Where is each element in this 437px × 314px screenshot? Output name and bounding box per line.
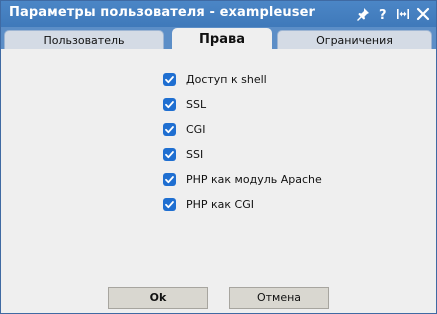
- permission-ssl[interactable]: SSL: [163, 92, 322, 117]
- title-bar-controls: ?: [356, 5, 430, 23]
- permission-php-apache-module[interactable]: PHP как модуль Apache: [163, 167, 322, 192]
- checkmark-icon: [165, 126, 174, 134]
- tab-limits[interactable]: Ограничения: [277, 30, 432, 49]
- checkbox-checked[interactable]: [163, 73, 176, 86]
- title-bar[interactable]: Параметры пользователя - exampleuser ?: [1, 1, 436, 27]
- permission-label: SSI: [186, 148, 204, 161]
- checkmark-icon: [165, 76, 174, 84]
- checkmark-icon: [165, 101, 174, 109]
- checkbox-checked[interactable]: [163, 148, 176, 161]
- cancel-button[interactable]: Отмена: [229, 287, 329, 309]
- permission-php-cgi[interactable]: PHP как CGI: [163, 192, 322, 217]
- tab-rights[interactable]: Права: [172, 28, 272, 50]
- checkmark-icon: [165, 151, 174, 159]
- checkbox-checked[interactable]: [163, 198, 176, 211]
- permission-ssi[interactable]: SSI: [163, 142, 322, 167]
- tab-bar: Пользователь Права Ограничения: [1, 27, 436, 50]
- checkbox-checked[interactable]: [163, 173, 176, 186]
- permission-shell-access[interactable]: Доступ к shell: [163, 67, 322, 92]
- ok-button[interactable]: Ok: [108, 287, 208, 309]
- checkbox-checked[interactable]: [163, 123, 176, 136]
- permission-cgi[interactable]: CGI: [163, 117, 322, 142]
- user-settings-dialog: Параметры пользователя - exampleuser ? П…: [0, 0, 437, 314]
- tab-user[interactable]: Пользователь: [4, 30, 164, 49]
- permission-label: PHP как CGI: [186, 198, 255, 211]
- checkmark-icon: [165, 176, 174, 184]
- permission-label: PHP как модуль Apache: [186, 173, 322, 186]
- svg-text:?: ?: [379, 8, 387, 21]
- permission-label: CGI: [186, 123, 206, 136]
- checkbox-checked[interactable]: [163, 98, 176, 111]
- dialog-title: Параметры пользователя - exampleuser: [9, 5, 316, 20]
- close-icon[interactable]: [416, 7, 430, 21]
- resize-icon[interactable]: [396, 7, 410, 21]
- permission-label: SSL: [186, 98, 207, 111]
- checkmark-icon: [165, 201, 174, 209]
- permission-label: Доступ к shell: [186, 73, 267, 86]
- permissions-list: Доступ к shell SSL CGI SSI PHP как модул…: [163, 67, 322, 217]
- help-icon[interactable]: ?: [376, 7, 390, 21]
- pin-icon[interactable]: [356, 7, 370, 21]
